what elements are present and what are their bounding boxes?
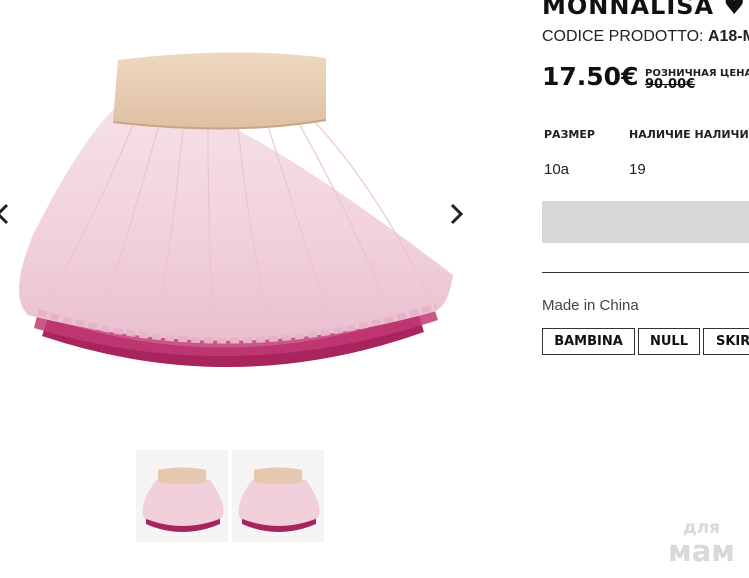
availability-column-header: НАЛИЧИЕ НАЛИЧИЕ [629,128,749,141]
divider [542,272,749,273]
add-to-cart-button[interactable] [542,201,749,243]
thumbnail-1[interactable] [136,450,228,542]
watermark-bottom-text: мам [668,534,735,568]
chevron-left-icon[interactable] [0,200,14,228]
thumbnail-strip [136,450,326,542]
product-code: CODICE PRODOTTO: A18-M [542,28,749,46]
size-column-header: РАЗМЕР [544,128,595,141]
tag-skirt[interactable]: SKIRT [703,328,749,355]
product-price: 17.50€ [542,62,639,91]
product-main-image[interactable] [8,50,458,380]
tag-bambina[interactable]: BAMBINA [542,328,635,355]
product-info-panel: MONNALISA ♥ CODICE PRODOTTO: A18-M 17.50… [542,0,749,578]
product-brand-title: MONNALISA ♥ [542,0,746,20]
chevron-right-icon[interactable] [446,200,466,228]
product-code-label: CODICE PRODOTTO: [542,28,704,45]
tag-null[interactable]: NULL [638,328,700,355]
thumbnail-2[interactable] [232,450,324,542]
retail-price-value: 90.00€ [645,77,696,92]
country-of-origin: Made in China [542,297,639,314]
availability-value: 19 [629,161,646,178]
product-code-value: A18-M [707,28,749,45]
site-watermark-logo: для мам [668,520,735,566]
product-gallery [0,0,470,578]
size-value: 10a [544,161,570,178]
